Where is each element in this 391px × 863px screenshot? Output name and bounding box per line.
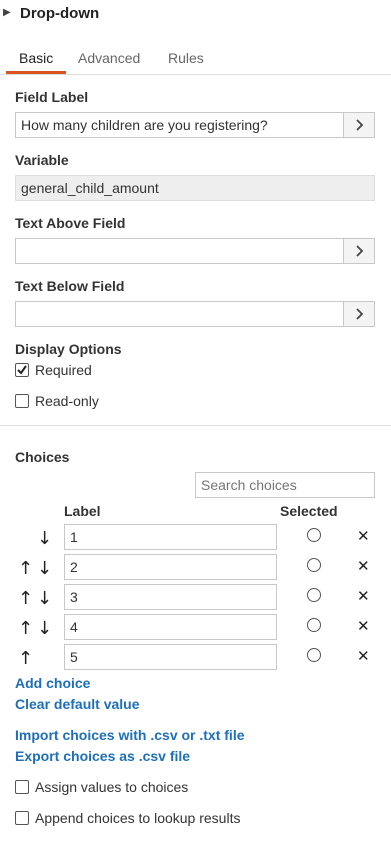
field-label-group bbox=[15, 112, 375, 138]
search-choices-input[interactable] bbox=[196, 477, 387, 493]
import-choices-link[interactable]: Import choices with .csv or .txt file bbox=[15, 727, 245, 743]
move-down-icon[interactable]: ↓ bbox=[37, 530, 52, 548]
text-below-input[interactable] bbox=[16, 302, 343, 326]
remove-choice-icon[interactable]: ✕ bbox=[357, 617, 370, 635]
move-down-icon[interactable]: ↓ bbox=[37, 560, 52, 578]
expand-triangle-icon[interactable]: ▶ bbox=[3, 7, 11, 18]
search-choices-box bbox=[195, 472, 387, 498]
tab-basic[interactable]: Basic bbox=[19, 50, 53, 66]
display-options-heading: Display Options bbox=[15, 341, 122, 357]
move-up-icon[interactable]: ↑ bbox=[18, 590, 33, 608]
chevron-right-icon bbox=[356, 308, 364, 320]
text-above-open-button[interactable] bbox=[343, 239, 374, 263]
choice-input-3[interactable] bbox=[64, 584, 277, 610]
text-above-input[interactable] bbox=[16, 239, 343, 263]
choice-input-4[interactable] bbox=[64, 614, 277, 640]
section-divider bbox=[0, 425, 391, 426]
choices-selected-column-header: Selected bbox=[280, 503, 338, 519]
move-up-icon[interactable]: ↑ bbox=[18, 650, 33, 668]
assign-values-checkbox[interactable] bbox=[15, 780, 29, 794]
export-choices-link[interactable]: Export choices as .csv file bbox=[15, 748, 190, 764]
move-down-icon[interactable]: ↓ bbox=[37, 620, 52, 638]
remove-choice-icon[interactable]: ✕ bbox=[357, 557, 370, 575]
choice-selected-radio-4[interactable] bbox=[307, 618, 321, 632]
checkmark-icon bbox=[17, 365, 27, 375]
variable-heading: Variable bbox=[15, 152, 69, 168]
add-choice-link[interactable]: Add choice bbox=[15, 675, 90, 691]
choice-selected-radio-5[interactable] bbox=[307, 648, 321, 662]
field-label-input[interactable] bbox=[16, 113, 343, 137]
move-up-icon[interactable]: ↑ bbox=[18, 560, 33, 578]
clear-default-link[interactable]: Clear default value bbox=[15, 696, 140, 712]
assign-values-label: Assign values to choices bbox=[35, 779, 189, 795]
tabs-divider bbox=[0, 74, 391, 75]
remove-choice-icon[interactable]: ✕ bbox=[357, 587, 370, 605]
tab-advanced[interactable]: Advanced bbox=[78, 50, 140, 66]
readonly-label: Read-only bbox=[35, 393, 99, 409]
append-lookup-label: Append choices to lookup results bbox=[35, 810, 241, 826]
text-below-open-button[interactable] bbox=[343, 302, 374, 326]
readonly-checkbox[interactable] bbox=[15, 394, 29, 408]
choice-selected-radio-1[interactable] bbox=[307, 528, 321, 542]
choices-label-column-header: Label bbox=[64, 503, 101, 519]
choice-input-2[interactable] bbox=[64, 554, 277, 580]
append-lookup-checkbox[interactable] bbox=[15, 811, 29, 825]
text-below-group bbox=[15, 301, 375, 327]
field-label-heading: Field Label bbox=[15, 89, 89, 105]
remove-choice-icon[interactable]: ✕ bbox=[357, 647, 370, 665]
active-tab-indicator bbox=[6, 71, 66, 74]
chevron-right-icon bbox=[356, 119, 364, 131]
panel-title: Drop-down bbox=[20, 5, 100, 22]
field-label-open-button[interactable] bbox=[343, 113, 374, 137]
move-up-icon[interactable]: ↑ bbox=[18, 620, 33, 638]
text-above-group bbox=[15, 238, 375, 264]
chevron-right-icon bbox=[356, 245, 364, 257]
move-down-icon[interactable]: ↓ bbox=[37, 590, 52, 608]
choice-input-5[interactable] bbox=[64, 644, 277, 670]
required-label: Required bbox=[35, 362, 92, 378]
required-checkbox[interactable] bbox=[15, 363, 29, 377]
choice-selected-radio-2[interactable] bbox=[307, 558, 321, 572]
choice-selected-radio-3[interactable] bbox=[307, 588, 321, 602]
remove-choice-icon[interactable]: ✕ bbox=[357, 527, 370, 545]
choice-input-1[interactable] bbox=[64, 524, 277, 550]
text-below-heading: Text Below Field bbox=[15, 278, 125, 294]
tab-rules[interactable]: Rules bbox=[168, 50, 204, 66]
variable-field: general_child_amount bbox=[15, 175, 375, 201]
text-above-heading: Text Above Field bbox=[15, 215, 126, 231]
choices-heading: Choices bbox=[15, 449, 70, 465]
